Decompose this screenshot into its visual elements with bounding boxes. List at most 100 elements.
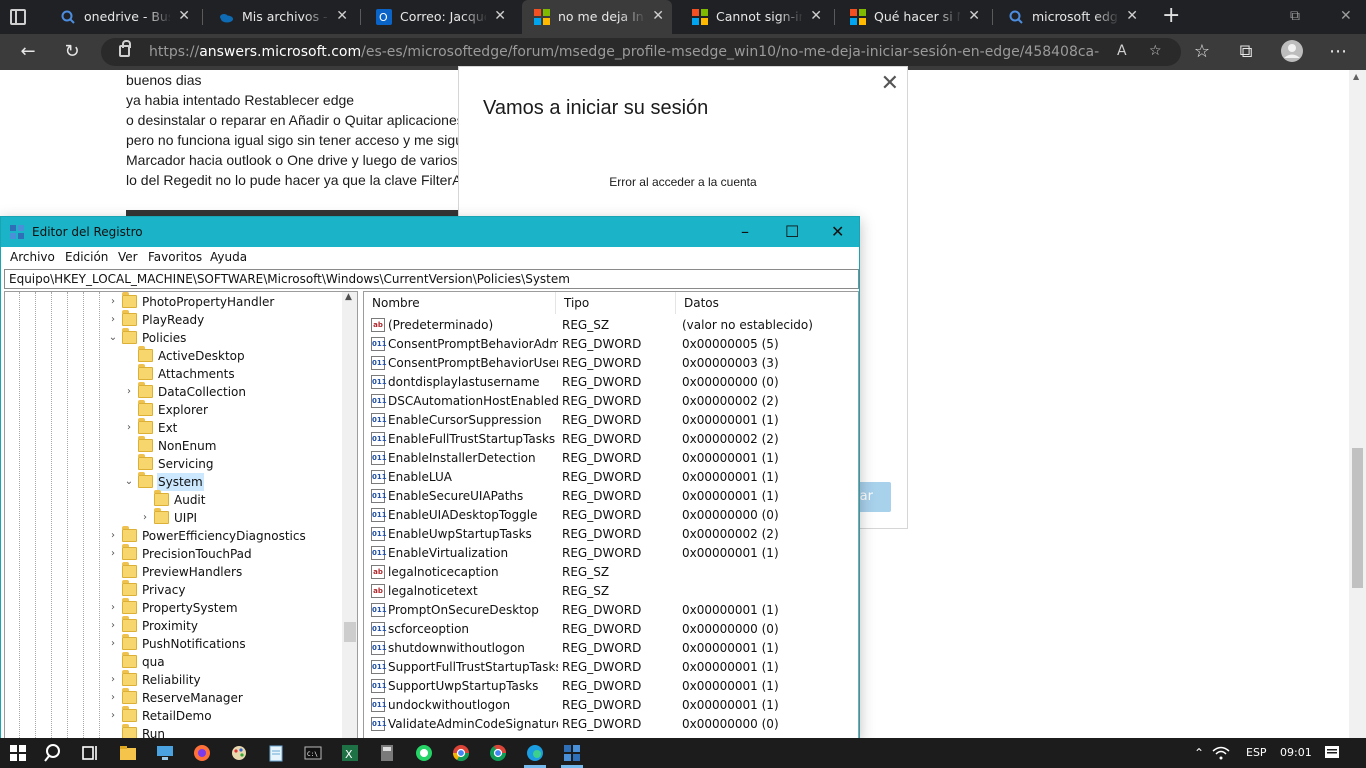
chevron-right-icon[interactable]: › [124, 419, 134, 437]
clock[interactable]: 09:01 [1280, 738, 1312, 768]
registry-value-row[interactable]: 011 EnableFullTrustStartupTasks REG_DWORD 0… [364, 430, 858, 449]
chrome-profile-icon[interactable] [488, 743, 508, 763]
close-browser-button[interactable]: ✕ [1340, 8, 1352, 24]
minimize-browser-button[interactable]: ⧉ [1290, 8, 1300, 24]
tab-actions-icon[interactable] [10, 9, 26, 25]
close-tab-icon[interactable]: ✕ [1126, 0, 1138, 33]
page-scrollbar-thumb[interactable] [1352, 448, 1363, 588]
registry-value-row[interactable]: ab (Predeterminado) REG_SZ (valor no establ… [364, 316, 858, 335]
notifications-icon[interactable] [1323, 744, 1341, 762]
column-datos[interactable]: Datos [676, 292, 858, 314]
close-button[interactable]: ✕ [831, 217, 844, 247]
add-favorite-icon[interactable]: ☆ [1149, 43, 1162, 59]
registry-values-list[interactable]: Nombre Tipo Datos ab (Predeterminado) REG_… [363, 291, 859, 739]
registry-value-row[interactable]: 011 EnableCursorSuppression REG_DWORD 0x000… [364, 411, 858, 430]
browser-tab[interactable]: no me deja Iniciar sesión✕ [522, 0, 672, 34]
registry-value-row[interactable]: 011 EnableVirtualization REG_DWORD 0x000000… [364, 544, 858, 563]
new-tab-button[interactable]: + [1162, 4, 1180, 28]
chevron-down-icon[interactable]: ⌄ [124, 473, 134, 491]
lock-icon[interactable] [119, 40, 131, 57]
tree-scrollbar[interactable]: ▲ [342, 292, 357, 738]
browser-tab[interactable]: microsoft edge no✕ [996, 0, 1146, 34]
browser-tab[interactable]: O Correo: Jacqueline✕ [364, 0, 514, 34]
menu-ver[interactable]: Ver [118, 250, 138, 264]
refresh-button[interactable]: ↻ [60, 40, 84, 64]
close-tab-icon[interactable]: ✕ [336, 0, 348, 33]
registry-value-row[interactable]: 011 EnableSecureUIAPaths REG_DWORD 0x000000… [364, 487, 858, 506]
chevron-right-icon[interactable]: › [124, 383, 134, 401]
chrome-icon[interactable] [451, 743, 471, 763]
chevron-right-icon[interactable]: › [108, 617, 118, 635]
chevron-right-icon[interactable]: › [108, 707, 118, 725]
notepad-icon[interactable] [266, 743, 286, 763]
menu-ayuda[interactable]: Ayuda [210, 250, 247, 264]
chevron-right-icon[interactable]: › [108, 599, 118, 617]
tree-scroll-up-icon[interactable]: ▲ [345, 292, 352, 302]
browser-tab[interactable]: onedrive - Buscar✕ [48, 0, 198, 34]
chevron-right-icon[interactable]: › [108, 527, 118, 545]
back-button[interactable]: ← [16, 40, 40, 64]
registry-value-row[interactable]: 011 undockwithoutlogon REG_DWORD 0x00000001… [364, 696, 858, 715]
registry-value-row[interactable]: 011 PromptOnSecureDesktop REG_DWORD 0x00000… [364, 601, 858, 620]
chevron-down-icon[interactable]: ⌄ [108, 329, 118, 347]
chevron-right-icon[interactable]: › [108, 635, 118, 653]
url-text[interactable]: https://answers.microsoft.com/es-es/micr… [149, 38, 1099, 66]
language-indicator[interactable]: ESP [1246, 738, 1267, 768]
registry-value-row[interactable]: 011 EnableUIADesktopToggle REG_DWORD 0x0000… [364, 506, 858, 525]
registry-value-row[interactable]: ab legalnoticecaption REG_SZ [364, 563, 858, 582]
close-tab-icon[interactable]: ✕ [178, 0, 190, 33]
registry-value-row[interactable]: ab legalnoticetext REG_SZ [364, 582, 858, 601]
regedit-taskbar-icon[interactable] [562, 743, 582, 763]
browser-tab[interactable]: Mis archivos - OneDrive✕ [206, 0, 356, 34]
registry-path-input[interactable]: Equipo\HKEY_LOCAL_MACHINE\SOFTWARE\Micro… [4, 269, 859, 289]
collections-icon[interactable]: ⧉ [1234, 40, 1258, 64]
close-tab-icon[interactable]: ✕ [652, 0, 664, 33]
maximize-button[interactable]: ☐ [785, 217, 799, 247]
chevron-right-icon[interactable]: › [108, 293, 118, 311]
task-view-icon[interactable] [80, 743, 100, 763]
registry-value-row[interactable]: 011 EnableLUA REG_DWORD 0x00000001 (1) [364, 468, 858, 487]
close-tab-icon[interactable]: ✕ [810, 0, 822, 33]
browser-tab[interactable]: Qué hacer si Microsoft✕ [838, 0, 988, 34]
chevron-right-icon[interactable]: › [140, 509, 150, 527]
page-scrollbar[interactable]: ▲ [1349, 70, 1366, 738]
registry-value-row[interactable]: 011 ValidateAdminCodeSignatures REG_DWORD 0… [364, 715, 858, 734]
minimize-button[interactable]: – [741, 217, 749, 247]
settings-more-icon[interactable]: ⋯ [1326, 40, 1350, 64]
registry-value-row[interactable]: 011 dontdisplaylastusername REG_DWORD 0x000… [364, 373, 858, 392]
menu-favoritos[interactable]: Favoritos [148, 250, 202, 264]
close-dialog-button[interactable]: ✕ [881, 71, 899, 96]
chevron-right-icon[interactable]: › [108, 671, 118, 689]
favorites-icon[interactable]: ☆ [1190, 40, 1214, 64]
registry-value-row[interactable]: 011 shutdownwithoutlogon REG_DWORD 0x000000… [364, 639, 858, 658]
column-nombre[interactable]: Nombre [364, 292, 556, 314]
browser-tab[interactable]: Cannot sign-in to Edge✕ [680, 0, 830, 34]
menu-edicion[interactable]: Edición [65, 250, 108, 264]
show-hidden-icons-icon[interactable]: ⌃ [1194, 738, 1204, 768]
edge-icon[interactable] [525, 743, 545, 763]
close-tab-icon[interactable]: ✕ [494, 0, 506, 33]
paint-icon[interactable] [229, 743, 249, 763]
wifi-icon[interactable] [1212, 745, 1230, 761]
registry-tree[interactable]: › PhotoPropertyHandler › PlayReady ⌄ Policies… [4, 291, 358, 739]
start-windows-icon[interactable] [8, 743, 28, 763]
search-icon[interactable] [44, 743, 64, 763]
registry-value-row[interactable]: 011 ConsentPromptBehaviorAdmin REG_DWORD 0x… [364, 335, 858, 354]
registry-value-row[interactable]: 011 scforceoption REG_DWORD 0x00000000 (0) [364, 620, 858, 639]
registry-value-row[interactable]: 011 DSCAutomationHostEnabled REG_DWORD 0x00… [364, 392, 858, 411]
firefox-icon[interactable] [192, 743, 212, 763]
regedit-title-bar[interactable]: Editor del Registro – ☐ ✕ [1, 217, 859, 247]
registry-value-row[interactable]: 011 SupportUwpStartupTasks REG_DWORD 0x0000… [364, 677, 858, 696]
profile-avatar[interactable] [1280, 40, 1304, 64]
close-tab-icon[interactable]: ✕ [968, 0, 980, 33]
whatsapp-icon[interactable] [414, 743, 434, 763]
chevron-right-icon[interactable]: › [108, 311, 118, 329]
registry-value-row[interactable]: 011 EnableUwpStartupTasks REG_DWORD 0x00000… [364, 525, 858, 544]
file-explorer-icon[interactable] [118, 743, 138, 763]
tree-scrollbar-thumb[interactable] [344, 622, 356, 642]
chevron-right-icon[interactable]: › [108, 689, 118, 707]
chevron-right-icon[interactable]: › [108, 545, 118, 563]
this-pc-icon[interactable] [155, 743, 175, 763]
cmd-icon[interactable]: C:\ [303, 743, 323, 763]
calculator-icon[interactable] [377, 743, 397, 763]
